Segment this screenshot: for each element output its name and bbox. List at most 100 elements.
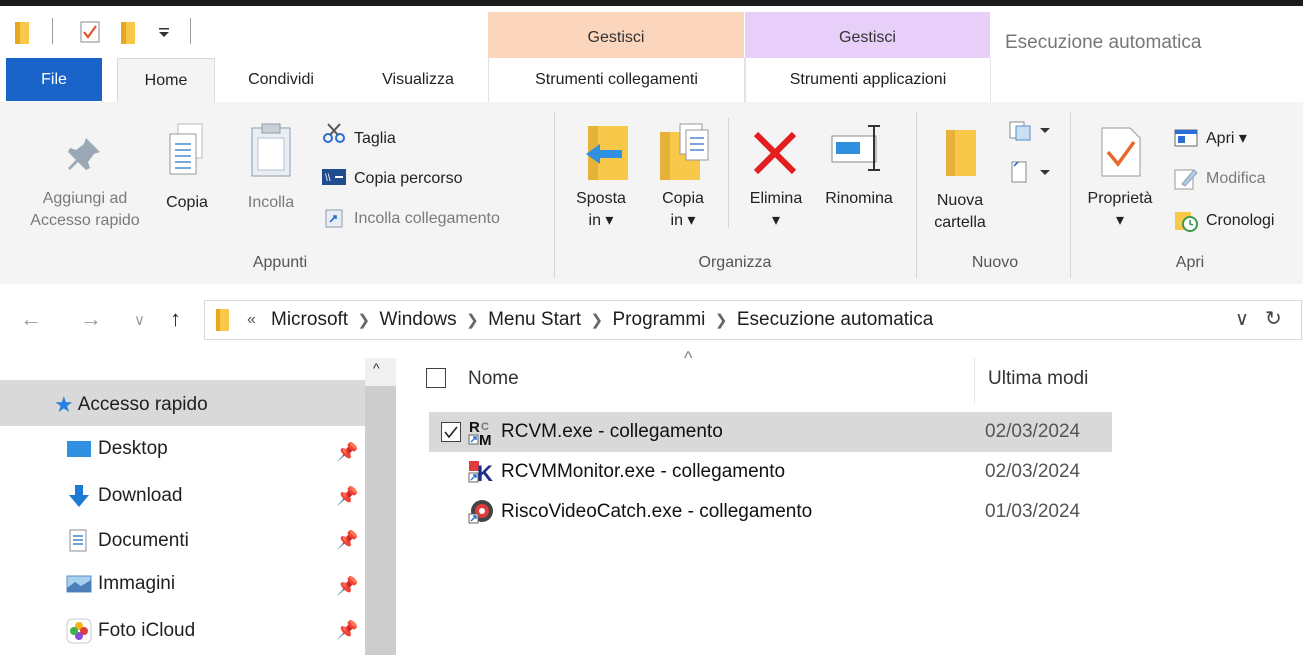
file-date: 02/03/2024 xyxy=(985,421,1081,442)
new-folder-large-icon xyxy=(946,130,976,176)
easy-access-icon[interactable] xyxy=(1008,160,1056,184)
delete-label: Elimina xyxy=(749,190,803,207)
navigation-pane: ★ Accesso rapido Desktop 📌 Download 📌 Do… xyxy=(0,358,396,655)
copy-path-icon: \\ xyxy=(322,169,346,185)
tab-share[interactable]: Condividi xyxy=(226,58,336,102)
address-bar[interactable]: « Microsoft ❯ Windows ❯ Menu Start ❯ Pro… xyxy=(204,300,1302,340)
properties-label: Proprietà xyxy=(1087,190,1153,207)
pin-icon: 📌 xyxy=(336,620,359,640)
breadcrumb-microsoft[interactable]: Microsoft xyxy=(271,309,348,330)
recent-locations-chevron-icon[interactable]: ∨ xyxy=(134,311,145,329)
nav-item-label: Foto iCloud xyxy=(98,620,196,641)
properties-button[interactable]: Proprietà ▾ xyxy=(1078,188,1162,232)
pin-icon: 📌 xyxy=(336,576,359,596)
delete-x-icon xyxy=(753,131,797,175)
up-arrow-icon[interactable]: ↑ xyxy=(170,306,181,332)
open-icon xyxy=(1174,129,1198,147)
history-icon xyxy=(1175,212,1198,232)
copy-path-button[interactable]: Copia percorso xyxy=(354,168,463,190)
pin-icon: 📌 xyxy=(336,486,359,506)
context-header-app: Gestisci xyxy=(745,12,990,64)
customize-dropdown-icon[interactable] xyxy=(157,26,171,40)
file-row-rcvmmonitor[interactable]: K RCVMMonitor.exe - collegamento 02/03/2… xyxy=(429,452,1112,492)
address-history-dropdown-icon[interactable]: ∨ xyxy=(1235,308,1249,331)
ribbon: Aggiungi ad Accesso rapido Copia Incolla… xyxy=(0,102,1303,285)
edit-icon xyxy=(1174,169,1198,190)
riscovideocatch-app-icon xyxy=(468,500,493,524)
cut-button[interactable]: Taglia xyxy=(354,128,396,150)
column-header-modified[interactable]: Ultima modi xyxy=(988,368,1088,390)
nav-scrollbar-thumb[interactable] xyxy=(365,386,396,655)
tab-home[interactable]: Home xyxy=(117,58,215,103)
tab-app-tools[interactable]: Strumenti applicazioni xyxy=(745,58,991,102)
breadcrumb-overflow[interactable]: « xyxy=(247,311,256,329)
nav-item-desktop[interactable]: Desktop xyxy=(66,438,168,460)
scroll-up-arrow-icon[interactable]: ^ xyxy=(373,360,380,376)
refresh-icon[interactable]: ↻ xyxy=(1265,306,1282,331)
file-row-rcvm[interactable]: R C M RCVM.exe - collegamento 02/03/2024 xyxy=(429,412,1112,452)
properties-check-icon[interactable] xyxy=(80,21,100,43)
qat-separator xyxy=(52,18,53,44)
edit-button[interactable]: Modifica xyxy=(1206,168,1266,190)
nav-item-icloud-photos[interactable]: Foto iCloud xyxy=(66,618,195,644)
group-label-organize: Organizza xyxy=(698,254,772,271)
breadcrumb-chevron-icon[interactable]: ❯ xyxy=(711,312,732,329)
new-folder-button[interactable]: Nuova cartella xyxy=(922,190,998,234)
group-label-clipboard: Appunti xyxy=(252,254,308,271)
breadcrumb-menu-start[interactable]: Menu Start xyxy=(488,309,581,330)
move-to-button[interactable]: Sposta in ▾ xyxy=(566,188,636,232)
tab-view[interactable]: Visualizza xyxy=(360,58,476,102)
documents-icon xyxy=(69,529,87,552)
move-to-dropdown: in ▾ xyxy=(588,212,614,229)
file-row-riscovideocatch[interactable]: RiscoVideoCatch.exe - collegamento 01/03… xyxy=(429,492,1112,532)
copy-to-label: Copia xyxy=(662,190,704,207)
nav-item-documents[interactable]: Documenti xyxy=(66,528,189,554)
paste-shortcut-icon xyxy=(325,209,343,228)
rcvm-app-icon: R C M xyxy=(468,419,492,446)
forward-arrow-icon[interactable]: → xyxy=(80,306,102,332)
breadcrumb-chevron-icon[interactable]: ❯ xyxy=(462,312,483,329)
breadcrumb-programmi[interactable]: Programmi xyxy=(613,309,706,330)
rename-icon xyxy=(831,125,880,171)
breadcrumb-chevron-icon[interactable]: ❯ xyxy=(353,312,374,329)
pin-quick-access-button[interactable]: Aggiungi ad Accesso rapido xyxy=(20,188,150,232)
copy-button[interactable]: Copia xyxy=(162,192,212,214)
breadcrumb-chevron-icon[interactable]: ❯ xyxy=(586,312,607,329)
new-folder-icon[interactable] xyxy=(120,20,138,46)
nav-item-download[interactable]: Download xyxy=(66,483,183,509)
pin-label-line2: Accesso rapido xyxy=(30,212,140,229)
title-bar: Gestisci Gestisci Esecuzione automatica xyxy=(0,6,1303,64)
breadcrumb-esecuzione-automatica[interactable]: Esecuzione automatica xyxy=(737,309,933,330)
column-header-name[interactable]: Nome xyxy=(468,368,519,390)
tab-file[interactable]: File xyxy=(6,58,102,101)
delete-dropdown: ▾ xyxy=(771,212,781,229)
paste-shortcut-button[interactable]: Incolla collegamento xyxy=(354,208,500,230)
nav-item-label: Download xyxy=(98,485,183,506)
back-arrow-icon[interactable]: ← xyxy=(20,306,42,332)
desktop-icon xyxy=(67,441,91,457)
download-icon xyxy=(69,485,89,507)
copy-to-button[interactable]: Copia in ▾ xyxy=(648,188,718,232)
move-to-icon xyxy=(586,126,628,180)
nav-item-quick-access[interactable]: ★ Accesso rapido xyxy=(54,392,208,418)
folder-icon[interactable] xyxy=(14,20,32,46)
new-item-icon[interactable] xyxy=(1008,120,1056,142)
paste-button[interactable]: Incolla xyxy=(238,192,304,214)
open-button[interactable]: Apri ▾ xyxy=(1206,128,1247,150)
group-separator xyxy=(916,112,917,278)
group-label-new: Nuovo xyxy=(971,254,1019,271)
rename-button[interactable]: Rinomina xyxy=(816,188,902,210)
breadcrumb-windows[interactable]: Windows xyxy=(380,309,457,330)
tab-shortcut-tools[interactable]: Strumenti collegamenti xyxy=(488,58,745,102)
file-date: 01/03/2024 xyxy=(985,501,1081,522)
history-button[interactable]: Cronologi xyxy=(1206,210,1274,232)
pin-icon: 📌 xyxy=(336,442,359,462)
delete-button[interactable]: Elimina ▾ xyxy=(738,188,814,232)
nav-item-pictures[interactable]: Immagini xyxy=(66,573,175,595)
select-all-checkbox[interactable] xyxy=(426,368,446,388)
copy-to-icon xyxy=(660,123,709,180)
column-divider[interactable] xyxy=(974,358,975,404)
file-name: RCVM.exe - collegamento xyxy=(501,421,723,442)
row-checkbox[interactable] xyxy=(441,422,461,442)
nav-item-label: Desktop xyxy=(98,438,168,459)
